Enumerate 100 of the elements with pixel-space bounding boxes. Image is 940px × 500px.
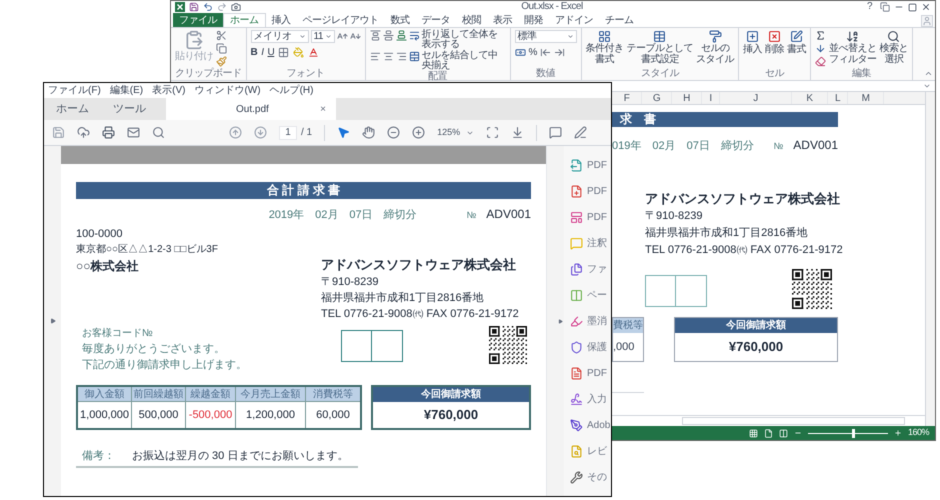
ribbon-display-icon[interactable] bbox=[880, 2, 890, 12]
ribbon-tab[interactable]: ページレイアウト bbox=[296, 13, 384, 27]
scissors-icon[interactable] bbox=[216, 30, 227, 41]
document-tab[interactable]: Out.pdf × bbox=[166, 98, 336, 120]
nav-tab[interactable]: ツール bbox=[101, 98, 158, 120]
help-button[interactable]: ? bbox=[862, 2, 876, 12]
page-break-icon[interactable] bbox=[778, 428, 788, 438]
hand-icon[interactable] bbox=[362, 126, 376, 139]
scroll-icon[interactable] bbox=[511, 126, 524, 139]
vertical-scrollbar[interactable] bbox=[546, 146, 556, 496]
document-icon[interactable] bbox=[570, 366, 583, 380]
eraser-icon[interactable] bbox=[815, 56, 826, 67]
zoom-slider-thumb[interactable] bbox=[852, 428, 855, 438]
ribbon-tab[interactable]: アドイン bbox=[549, 13, 599, 27]
previous-page-icon[interactable] bbox=[229, 126, 242, 139]
fill-down-icon[interactable] bbox=[815, 43, 826, 54]
tool-item[interactable]: 入力 bbox=[587, 392, 607, 406]
shrink-font-icon[interactable] bbox=[350, 31, 360, 42]
vertical-scrollbar[interactable] bbox=[925, 92, 935, 426]
tool-item[interactable]: PDF bbox=[587, 210, 607, 224]
decrease-decimal-icon[interactable] bbox=[554, 47, 565, 58]
number-format-field[interactable]: 標準 bbox=[514, 30, 576, 43]
editing-button[interactable]: 検索と 選択 bbox=[880, 30, 908, 65]
font-style-button[interactable]: B bbox=[250, 48, 258, 58]
ribbon-tab[interactable]: データ bbox=[416, 13, 456, 27]
tool-item[interactable]: レビ bbox=[587, 444, 607, 458]
merge-icon[interactable] bbox=[408, 51, 420, 62]
fit-page-icon[interactable] bbox=[486, 126, 500, 139]
menu-item[interactable]: ヘルプ(H) bbox=[270, 83, 314, 98]
expand-formula-bar-icon[interactable] bbox=[923, 82, 931, 90]
currency-icon[interactable] bbox=[514, 47, 526, 58]
collapse-ribbon-icon[interactable] bbox=[924, 69, 933, 78]
ribbon-tab[interactable]: 開発 bbox=[518, 13, 549, 27]
style-button[interactable]: 条件付き 書式 bbox=[586, 30, 624, 65]
zoom-in-icon[interactable] bbox=[412, 126, 426, 139]
align-right-icon[interactable] bbox=[396, 51, 406, 62]
cells-button[interactable]: 挿入 bbox=[743, 30, 762, 55]
sum-icon[interactable] bbox=[815, 30, 826, 41]
signature-icon[interactable] bbox=[570, 392, 583, 406]
wrap-icon[interactable] bbox=[408, 30, 420, 41]
shield-icon[interactable] bbox=[570, 340, 583, 354]
align-center-icon[interactable] bbox=[382, 51, 394, 62]
file-arrow-icon[interactable] bbox=[570, 158, 583, 172]
tool-item[interactable]: 墨消 bbox=[587, 314, 607, 328]
align-top-icon[interactable] bbox=[370, 30, 380, 41]
menu-item[interactable]: 表示(V) bbox=[152, 83, 186, 98]
next-page-icon[interactable] bbox=[254, 126, 267, 139]
page-number-field[interactable]: 1 bbox=[279, 126, 297, 140]
comment-icon[interactable] bbox=[549, 126, 562, 139]
tool-item[interactable]: PDF bbox=[587, 366, 607, 380]
font-style-button[interactable]: U bbox=[268, 48, 274, 58]
tool-item[interactable]: 保護 bbox=[587, 340, 607, 354]
align-bottom-icon[interactable] bbox=[396, 30, 406, 41]
tool-item[interactable]: ファ bbox=[587, 262, 607, 276]
wrap-text-button[interactable]: 折り返して全体を表示する bbox=[422, 30, 506, 50]
pointer-icon[interactable] bbox=[337, 126, 350, 139]
font-size-field[interactable]: 11 bbox=[310, 30, 334, 43]
page-layout-icon[interactable] bbox=[764, 428, 773, 438]
tool-item[interactable]: ペー bbox=[587, 288, 607, 302]
zoom-out-icon[interactable] bbox=[387, 126, 400, 139]
cells-button[interactable]: 削除 bbox=[765, 30, 784, 55]
menu-item[interactable]: ウィンドウ(W) bbox=[194, 83, 261, 98]
font-name-field[interactable]: メイリオ bbox=[250, 30, 308, 43]
expand-panel-icon[interactable] bbox=[50, 318, 56, 324]
align-middle-icon[interactable] bbox=[382, 30, 394, 41]
cells-button[interactable]: 書式 bbox=[787, 30, 806, 55]
camera-icon[interactable] bbox=[231, 2, 241, 12]
fill-color-icon[interactable] bbox=[293, 47, 304, 58]
layout-icon[interactable] bbox=[570, 210, 583, 224]
columns-icon[interactable] bbox=[570, 288, 583, 302]
brush-icon[interactable] bbox=[216, 56, 227, 67]
tool-item[interactable]: PDF bbox=[587, 158, 607, 172]
save-icon[interactable] bbox=[189, 2, 199, 12]
percent-button[interactable]: % bbox=[528, 48, 537, 58]
search-icon[interactable] bbox=[152, 126, 165, 139]
zoom-dropdown[interactable]: 125% bbox=[437, 126, 474, 140]
tool-item[interactable]: PDF bbox=[587, 184, 607, 198]
borders-icon[interactable] bbox=[278, 47, 290, 58]
marker-icon[interactable] bbox=[570, 314, 583, 328]
upload-icon[interactable] bbox=[77, 126, 90, 139]
ribbon-tab[interactable]: 表示 bbox=[487, 13, 518, 27]
undo-icon[interactable] bbox=[203, 2, 213, 12]
nav-tab[interactable]: ホーム bbox=[44, 98, 101, 120]
font-color-icon[interactable] bbox=[308, 47, 320, 58]
wrench-icon[interactable] bbox=[570, 470, 583, 484]
ribbon-tab[interactable]: ファイル bbox=[173, 13, 223, 27]
merge-cells-button[interactable]: セルを結合して中央揃え bbox=[422, 51, 506, 71]
redo-icon[interactable] bbox=[217, 2, 227, 12]
print-icon[interactable] bbox=[102, 126, 115, 139]
normal-view-icon[interactable] bbox=[748, 428, 758, 438]
grow-font-icon[interactable] bbox=[336, 31, 348, 42]
tool-item[interactable]: その bbox=[587, 470, 607, 484]
file-plus-icon[interactable] bbox=[570, 184, 583, 198]
close-tab-button[interactable]: × bbox=[320, 102, 326, 116]
ribbon-tab[interactable]: 校閲 bbox=[456, 13, 487, 27]
pen-icon[interactable] bbox=[574, 126, 588, 139]
increase-decimal-icon[interactable] bbox=[540, 47, 551, 58]
ribbon-tab[interactable]: 数式 bbox=[384, 13, 416, 27]
close-icon[interactable] bbox=[921, 2, 931, 12]
horizontal-scrollbar[interactable] bbox=[682, 417, 905, 425]
